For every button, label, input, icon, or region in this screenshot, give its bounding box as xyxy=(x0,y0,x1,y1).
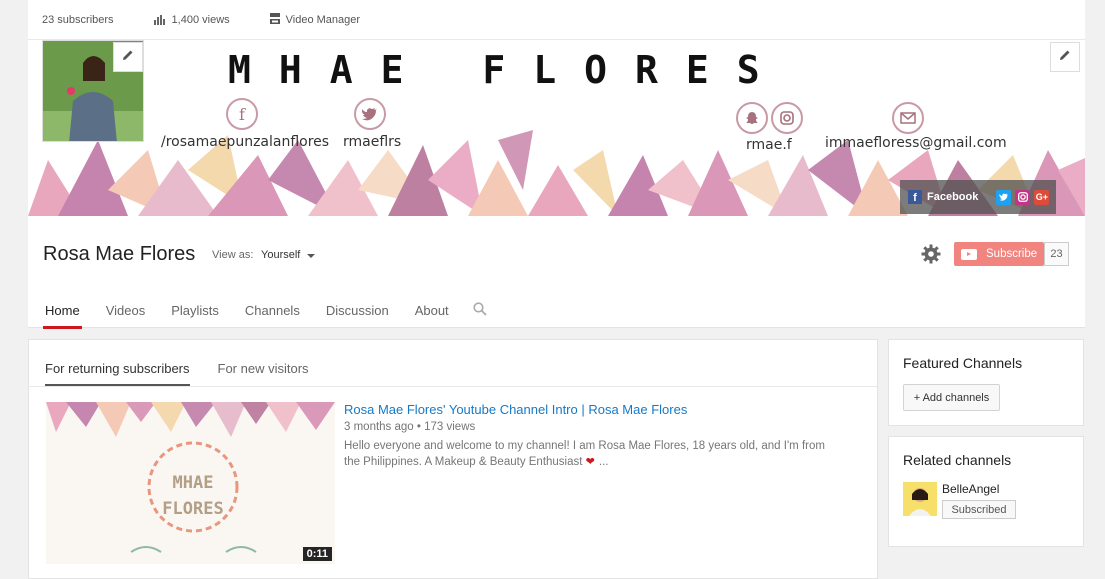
edit-banner-button[interactable] xyxy=(1050,42,1080,72)
subscriber-count-label: 23 subscribers xyxy=(42,13,114,26)
divider xyxy=(29,386,877,387)
tab-videos[interactable]: Videos xyxy=(104,294,148,329)
banner-title: MHAE FLORES xyxy=(228,48,788,92)
pencil-icon xyxy=(122,48,134,66)
chevron-down-icon[interactable] xyxy=(307,254,315,258)
youtube-play-icon xyxy=(961,248,977,260)
video-manager-link[interactable]: Video Manager xyxy=(269,12,361,27)
tab-new-visitors[interactable]: For new visitors xyxy=(218,340,309,386)
video-thumbnail[interactable]: MHAE FLORES 0:11 xyxy=(46,402,335,564)
channel-header: Rosa Mae Flores View as: Yourself Subscr… xyxy=(28,216,1085,329)
video-age: 3 months ago xyxy=(344,421,414,433)
tab-returning-subscribers[interactable]: For returning subscribers xyxy=(45,340,190,386)
related-channel-name[interactable]: BelleAngel xyxy=(942,482,999,496)
heart-icon: ❤ xyxy=(585,456,595,468)
video-title-link[interactable]: Rosa Mae Flores' Youtube Channel Intro |… xyxy=(344,402,687,417)
video-manager-label: Video Manager xyxy=(285,13,361,26)
instagram-link-icon[interactable] xyxy=(1015,189,1031,205)
subscribed-button[interactable]: Subscribed xyxy=(942,500,1016,519)
home-feed-card: For returning subscribers For new visito… xyxy=(28,339,878,579)
video-views: 173 views xyxy=(424,421,476,433)
facebook-handle: /rosamaepunzalanflores xyxy=(161,134,330,150)
video-meta: 3 months ago • 173 views xyxy=(344,421,475,433)
email-address: immaefloress@gmail.com xyxy=(825,135,1007,151)
view-as-label: View as: xyxy=(212,249,254,261)
video-manager-icon xyxy=(269,12,280,27)
gear-icon[interactable] xyxy=(921,244,941,264)
channel-tabs: Home Videos Playlists Channels Discussio… xyxy=(43,294,487,329)
featured-channels-title: Featured Channels xyxy=(903,355,1023,371)
view-count: 1,400 views xyxy=(153,13,230,26)
snap-insta-handle: rmae.f xyxy=(746,137,792,153)
search-icon[interactable] xyxy=(473,302,487,316)
video-duration: 0:11 xyxy=(302,547,332,561)
video-description-text: Hello everyone and welcome to my channel… xyxy=(344,440,825,468)
facebook-link-icon[interactable]: f xyxy=(908,190,922,204)
instagram-icon xyxy=(771,102,803,134)
tab-home[interactable]: Home xyxy=(43,294,82,329)
svg-text:FLORES: FLORES xyxy=(162,499,223,519)
subscribe-label: Subscribe xyxy=(986,248,1038,260)
facebook-icon: f xyxy=(226,98,258,130)
twitter-handle: rmaeflrs xyxy=(343,134,402,150)
featured-channels-card: Featured Channels + Add channels xyxy=(888,339,1084,426)
google-plus-link-icon[interactable]: G+ xyxy=(1034,189,1050,205)
tab-about[interactable]: About xyxy=(413,294,451,329)
facebook-link[interactable]: Facebook xyxy=(927,191,978,203)
subscribe-button[interactable]: Subscribe xyxy=(954,242,1044,266)
pencil-icon xyxy=(1059,48,1071,66)
snapchat-icon xyxy=(736,102,768,134)
edit-avatar-button[interactable] xyxy=(113,42,143,72)
related-channels-title: Related channels xyxy=(903,452,1012,468)
channel-stats-bar: 23 subscribers 1,400 views Video Manager xyxy=(28,0,1085,40)
add-channels-button[interactable]: + Add channels xyxy=(903,384,1000,411)
related-channels-card: Related channels BelleAngel Subscribed xyxy=(888,436,1084,547)
view-as-dropdown[interactable]: Yourself xyxy=(261,249,300,261)
subscriber-count-badge: 23 xyxy=(1044,242,1069,266)
twitter-link-icon[interactable] xyxy=(996,189,1012,205)
description-ellipsis: ... xyxy=(598,456,609,468)
email-icon xyxy=(892,102,924,134)
audience-tabs: For returning subscribers For new visito… xyxy=(45,340,337,386)
tab-playlists[interactable]: Playlists xyxy=(169,294,221,329)
related-channel-avatar[interactable] xyxy=(903,482,937,516)
subscriber-count: 23 subscribers xyxy=(42,14,114,26)
view-count-label: 1,400 views xyxy=(171,13,230,26)
bar-chart-icon xyxy=(153,14,166,25)
video-description: Hello everyone and welcome to my channel… xyxy=(344,438,844,470)
twitter-icon xyxy=(354,98,386,130)
tab-discussion[interactable]: Discussion xyxy=(324,294,391,329)
svg-text:MHAE: MHAE xyxy=(173,473,214,493)
channel-banner: MHAE FLORES f /rosamaepunzalanflores rma… xyxy=(28,40,1085,216)
tab-channels[interactable]: Channels xyxy=(243,294,302,329)
banner-links: f Facebook G+ xyxy=(900,180,1056,214)
channel-name: Rosa Mae Flores xyxy=(43,243,196,265)
